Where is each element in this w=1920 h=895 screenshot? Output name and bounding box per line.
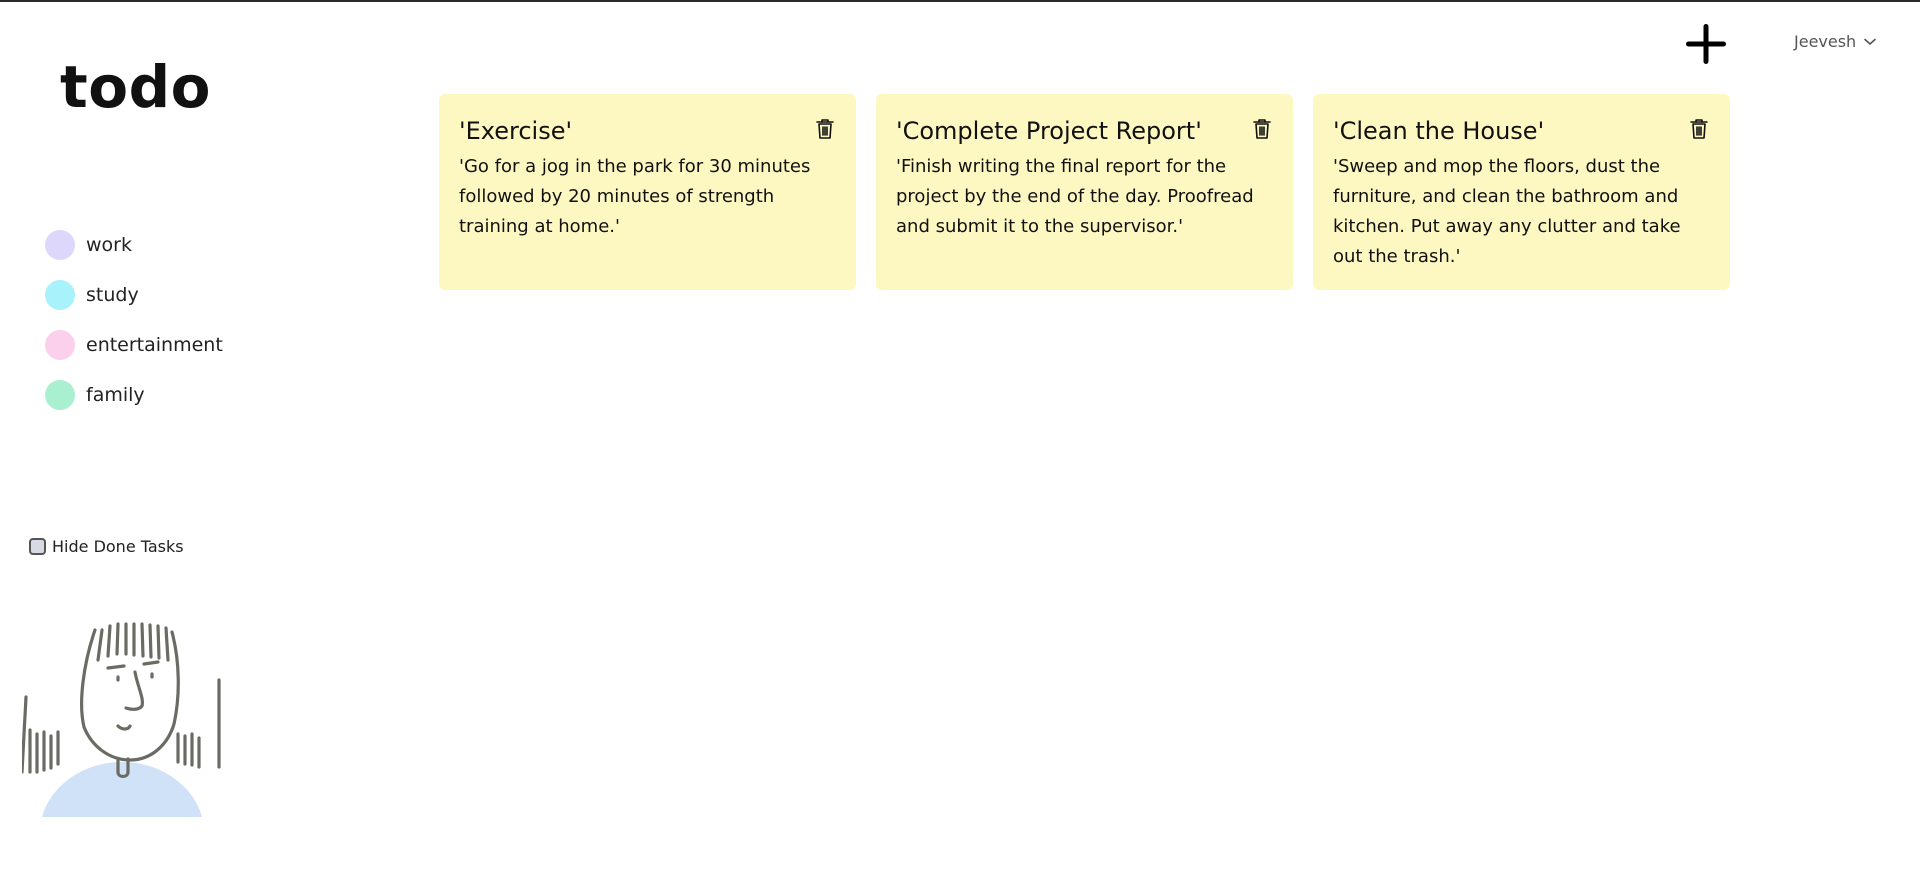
add-task-button[interactable] bbox=[1684, 22, 1728, 66]
trash-icon[interactable] bbox=[1690, 118, 1708, 140]
category-list: work study entertainment family bbox=[45, 230, 223, 430]
category-item-entertainment[interactable]: entertainment bbox=[45, 330, 223, 360]
task-card[interactable]: 'Exercise' 'Go for a jog in the park for… bbox=[439, 94, 856, 290]
category-item-work[interactable]: work bbox=[45, 230, 223, 260]
task-description: 'Sweep and mop the floors, dust the furn… bbox=[1333, 155, 1681, 267]
task-title: 'Complete Project Report' bbox=[896, 117, 1202, 145]
hide-done-checkbox[interactable] bbox=[29, 538, 46, 555]
category-item-study[interactable]: study bbox=[45, 280, 223, 310]
app-title: todo bbox=[60, 53, 211, 121]
task-card[interactable]: 'Clean the House' 'Sweep and mop the flo… bbox=[1313, 94, 1730, 290]
category-label: entertainment bbox=[86, 334, 223, 356]
trash-icon[interactable] bbox=[816, 118, 834, 140]
user-name: Jeevesh bbox=[1794, 32, 1857, 51]
plus-icon bbox=[1686, 24, 1726, 64]
chevron-down-icon bbox=[1864, 38, 1877, 45]
task-description: 'Finish writing the final report for the… bbox=[896, 155, 1254, 237]
avatar-illustration bbox=[22, 622, 221, 817]
task-title: 'Clean the House' bbox=[1333, 117, 1545, 145]
hide-done-label: Hide Done Tasks bbox=[52, 537, 184, 556]
category-item-family[interactable]: family bbox=[45, 380, 223, 410]
trash-icon[interactable] bbox=[1253, 118, 1271, 140]
category-label: study bbox=[86, 284, 139, 306]
category-label: work bbox=[86, 234, 132, 256]
category-color-dot bbox=[45, 280, 75, 310]
task-description: 'Go for a jog in the park for 30 minutes… bbox=[459, 155, 811, 237]
category-color-dot bbox=[45, 230, 75, 260]
task-list: 'Exercise' 'Go for a jog in the park for… bbox=[439, 94, 1730, 290]
hide-done-toggle[interactable]: Hide Done Tasks bbox=[29, 537, 184, 556]
category-color-dot bbox=[45, 380, 75, 410]
task-title: 'Exercise' bbox=[459, 117, 573, 145]
user-menu[interactable]: Jeevesh bbox=[1794, 32, 1877, 51]
category-color-dot bbox=[45, 330, 75, 360]
top-border bbox=[0, 0, 1920, 2]
category-label: family bbox=[86, 384, 145, 406]
task-card[interactable]: 'Complete Project Report' 'Finish writin… bbox=[876, 94, 1293, 290]
